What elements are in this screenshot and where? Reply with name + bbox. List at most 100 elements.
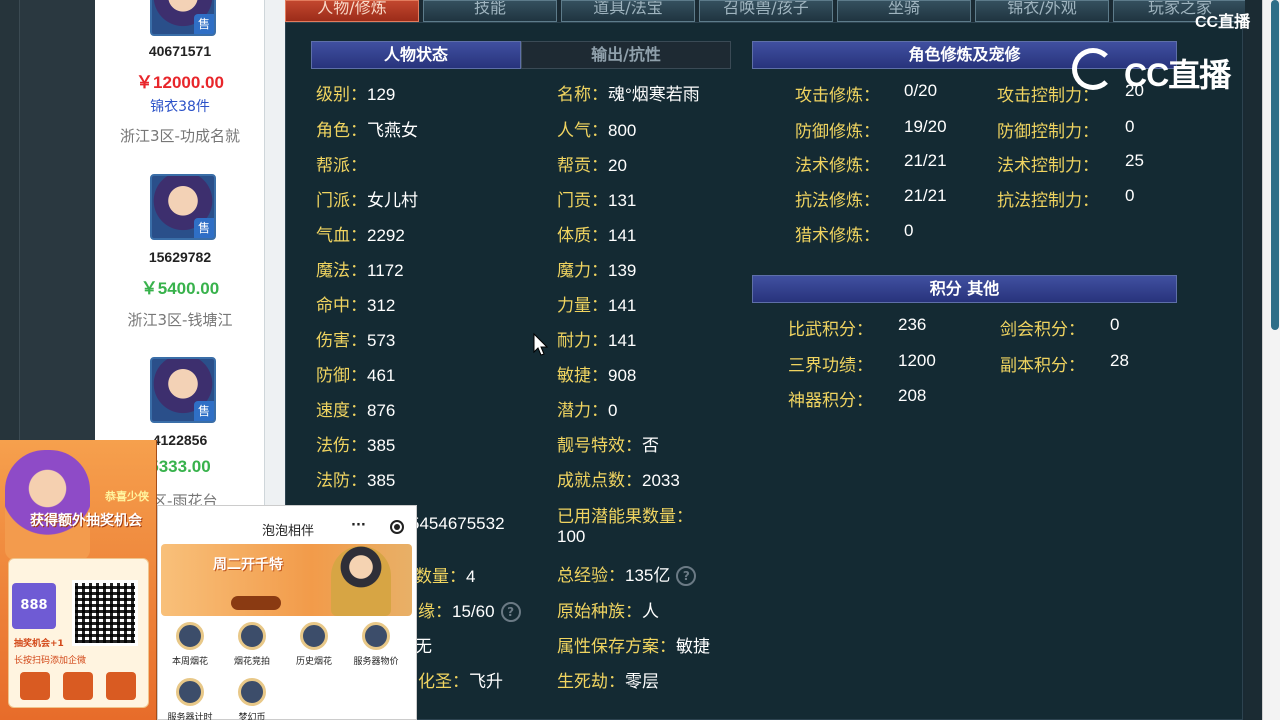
- status-right-row-label: 敏捷：: [557, 366, 608, 386]
- status-left-row: 防御：461: [316, 361, 395, 386]
- mini-window-banner[interactable]: 周二开千特: [161, 544, 412, 616]
- status-right-row-label: 成就点数：: [557, 471, 642, 491]
- cultivation-row-k2-text: 抗法控制力：: [997, 191, 1099, 211]
- status-left-row-value: 飞燕女: [367, 121, 418, 140]
- cultivation-row-k2-text: 防御控制力：: [997, 122, 1099, 142]
- weekly-fireworks-button[interactable]: 本周烟花: [160, 622, 220, 667]
- banner-text: 周二开千特: [213, 557, 283, 573]
- sell-tag: 售: [194, 401, 214, 421]
- status-right-row-value: 2033: [642, 471, 680, 490]
- status-left-row-label: 帮派：: [316, 156, 367, 176]
- status-left-row: 速度：876: [316, 396, 395, 421]
- avatar[interactable]: 售: [150, 357, 216, 423]
- help-icon[interactable]: ?: [500, 602, 521, 622]
- status-right-row-label: 耐力：: [557, 331, 608, 351]
- avatar[interactable]: 售: [150, 0, 216, 36]
- cultivation-row-v2-text: 20: [1125, 81, 1144, 100]
- potential-fruit-value: 100: [557, 527, 586, 546]
- cultivation-row-k: 防御修炼：: [795, 117, 880, 142]
- help-icon[interactable]: ?: [676, 566, 697, 586]
- banner-button[interactable]: [231, 596, 281, 610]
- tab-skills[interactable]: 技能: [423, 0, 557, 22]
- points-row-k: 三界功绩：: [788, 351, 873, 376]
- status-left-row: 气血：2292: [316, 221, 405, 246]
- status-left-row-label: 门派：: [316, 191, 367, 211]
- status-header[interactable]: 人物状态: [311, 41, 521, 69]
- tab-outfits[interactable]: 锦衣/外观: [975, 0, 1109, 22]
- avatar[interactable]: 售: [150, 174, 216, 240]
- banner-character-art: [331, 546, 391, 616]
- status-left-row-value: 876: [367, 401, 396, 420]
- promo-title: 恭喜少侠: [105, 490, 149, 503]
- cultivation-row-k-text: 法术修炼：: [795, 156, 880, 176]
- status-right-row: 人气：800: [557, 116, 636, 141]
- status-right-row: 敏捷：908: [557, 361, 636, 386]
- cultivation-row-k2: 攻击控制力：: [997, 81, 1099, 106]
- status-right-row: 耐力：141: [557, 326, 636, 351]
- status-right-row: 成就点数：2033: [557, 466, 680, 491]
- cultivation-row-k-text: 抗法修炼：: [795, 191, 880, 211]
- points-row-k2-text: 副本积分：: [1000, 356, 1085, 376]
- server-prices-button[interactable]: 服务器物价: [346, 622, 406, 667]
- status-right-row: 名称：魂°烟寒若雨: [557, 80, 700, 105]
- partial-count: 数量：4: [415, 567, 476, 587]
- dream-coin-button[interactable]: 梦幻币: [222, 678, 282, 720]
- status-left-row-value: 女儿村: [367, 191, 418, 210]
- status-left-row: 级别：129: [316, 80, 395, 105]
- fireworks-auction-button[interactable]: 烟花竞拍: [222, 622, 282, 667]
- status-right-row-label: 体质：: [557, 226, 608, 246]
- status-right-row-value: 否: [642, 436, 659, 455]
- status-left-row: 帮派：: [316, 151, 367, 176]
- history-fireworks-button[interactable]: 历史烟花: [284, 622, 344, 667]
- cultivation-row-k2-text: 法术控制力：: [997, 156, 1099, 176]
- points-row-v2: 28: [1110, 351, 1129, 371]
- more-menu-icon[interactable]: ···: [351, 518, 366, 533]
- cultivation-row-v2: 0: [1125, 186, 1134, 206]
- tab-pets[interactable]: 召唤兽/孩子: [699, 0, 833, 22]
- item-id[interactable]: 40671571: [95, 43, 265, 59]
- status-right-row: 魔力：139: [557, 256, 636, 281]
- close-icon[interactable]: [390, 520, 404, 534]
- status-left-row-label: 角色：: [316, 121, 367, 141]
- tab-items[interactable]: 道具/法宝: [561, 0, 695, 22]
- mini-program-window: 泡泡相伴 ··· 周二开千特 本周烟花 烟花竞拍 历史烟花 服务器物价 服务器计…: [157, 505, 417, 720]
- price-icon: [362, 622, 390, 650]
- status-right-row-value: 0: [608, 401, 618, 420]
- output-resist-tab[interactable]: 输出/抗性: [521, 41, 731, 69]
- status-right-row-value: 魂°烟寒若雨: [608, 85, 700, 104]
- right-gap-strip: [1245, 0, 1262, 720]
- status-right-row-label: 魔力：: [557, 261, 608, 281]
- status-left-row-label: 法防：: [316, 471, 367, 491]
- status-right-row-value: 20: [608, 156, 627, 175]
- status-right-row-value: 139: [608, 261, 637, 280]
- partial-id: 5454675532: [410, 514, 505, 533]
- status-right-row-label: 人气：: [557, 121, 608, 141]
- promo-overlay[interactable]: 恭喜少侠 获得额外抽奖机会 888 抽奖机会+1 长按扫码添加企微: [0, 440, 157, 720]
- tab-character[interactable]: 人物/修炼: [285, 0, 419, 22]
- status-right-row-value: 800: [608, 121, 637, 140]
- auction-icon: [238, 622, 266, 650]
- scrollbar-thumb[interactable]: [1271, 0, 1279, 330]
- cultivation-row-v: 0: [904, 221, 913, 241]
- item-id[interactable]: 15629782: [95, 249, 265, 265]
- status-right-row-value: 131: [608, 191, 637, 210]
- status-left-row-label: 速度：: [316, 401, 367, 421]
- tab-mounts[interactable]: 坐骑: [837, 0, 971, 22]
- cultivation-row-k-text: 防御修炼：: [795, 122, 880, 142]
- server-timer-button[interactable]: 服务器计时: [160, 678, 220, 720]
- promo-mini-icon: [106, 672, 136, 700]
- status-right-row-value: 908: [608, 366, 637, 385]
- status-right-row-label: 力量：: [557, 296, 608, 316]
- item-outfit-count[interactable]: 锦衣38件: [95, 96, 265, 116]
- points-row-k2: 剑会积分：: [1000, 315, 1085, 340]
- cultivation-row-v2-text: 0: [1125, 117, 1135, 136]
- sell-tag: 售: [194, 218, 214, 238]
- cultivation-row-v-text: 21/21: [904, 186, 947, 205]
- cultivation-row-v2: 25: [1125, 151, 1144, 171]
- cultivation-row-k2-text: 攻击控制力：: [997, 86, 1099, 106]
- status-left-row: 法伤：385: [316, 431, 395, 456]
- cultivation-row-v: 21/21: [904, 151, 947, 171]
- page-scrollbar[interactable]: [1262, 0, 1280, 720]
- points-row-v2-text: 28: [1110, 351, 1129, 370]
- status-right-row-label: 帮贡：: [557, 156, 608, 176]
